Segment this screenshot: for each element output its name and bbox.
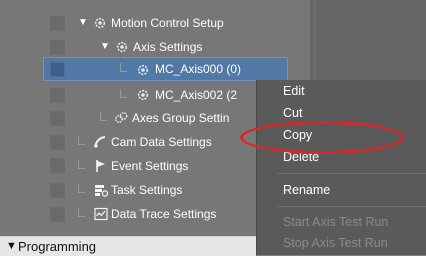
tree-item-motion-control-setup[interactable]: ▼ Motion Control Setup bbox=[0, 13, 300, 35]
tree-item-label: Data Trace Settings bbox=[111, 207, 217, 221]
cam-data-icon bbox=[94, 136, 106, 148]
tree-connector bbox=[100, 112, 107, 121]
tree-item-label: Axis Settings bbox=[133, 40, 203, 54]
gear-icon bbox=[137, 64, 149, 76]
programming-label: Programming bbox=[18, 239, 97, 254]
menu-item-stop-axis-test-run[interactable]: Stop Axis Test Run bbox=[257, 232, 426, 254]
tree-item-mc-axis000[interactable]: MC_Axis000 (0) bbox=[0, 60, 288, 82]
tree-item-axis-settings[interactable]: ▼ Axis Settings bbox=[0, 37, 300, 59]
tree-item-label: MC_Axis000 (0) bbox=[155, 62, 242, 76]
tree-item-label: Event Settings bbox=[111, 159, 189, 173]
expand-triangle-icon[interactable]: ▼ bbox=[78, 14, 88, 32]
menu-item-label: Start Axis Test Run bbox=[283, 215, 389, 229]
menu-item-start-axis-test-run[interactable]: Start Axis Test Run bbox=[257, 211, 426, 233]
tree-item-axes-group-settings[interactable]: Axes Group Settin bbox=[0, 109, 256, 131]
gear-icon bbox=[116, 41, 128, 53]
tree-item-mc-axis002[interactable]: MC_Axis002 (2 bbox=[0, 86, 256, 108]
tree-connector bbox=[120, 63, 127, 72]
tree-connector bbox=[78, 160, 85, 169]
gear-icon bbox=[94, 17, 106, 29]
data-trace-icon bbox=[94, 207, 108, 221]
tree-connector bbox=[120, 89, 127, 98]
tree-connector bbox=[78, 184, 85, 193]
menu-item-rename[interactable]: Rename bbox=[257, 179, 426, 201]
tree-item-event-settings[interactable]: Event Settings bbox=[0, 157, 256, 179]
menu-item-label: Rename bbox=[283, 183, 331, 197]
gear-icon bbox=[137, 89, 149, 101]
context-menu: Edit Cut Copy Delete Rename Start Axis T… bbox=[256, 80, 426, 255]
tree-item-cam-data-settings[interactable]: Cam Data Settings bbox=[0, 133, 256, 155]
highlight-oval bbox=[240, 121, 404, 154]
menu-item-edit[interactable]: Edit bbox=[257, 80, 426, 102]
tree-item-label: Motion Control Setup bbox=[111, 16, 224, 30]
task-icon bbox=[95, 185, 108, 197]
tree-item-label: MC_Axis002 (2 bbox=[155, 88, 238, 102]
menu-item-label: Stop Axis Test Run bbox=[283, 236, 388, 250]
expand-triangle-icon[interactable]: ▼ bbox=[6, 237, 17, 256]
menu-item-label: Edit bbox=[283, 84, 305, 98]
axes-group-icon bbox=[115, 112, 128, 123]
tree-item-data-trace-settings[interactable]: Data Trace Settings bbox=[0, 205, 256, 227]
tree-item-task-settings[interactable]: Task Settings bbox=[0, 181, 256, 203]
menu-separator bbox=[277, 206, 426, 207]
programming-section-header[interactable]: ▼ Programming bbox=[0, 236, 256, 256]
tree-connector bbox=[78, 208, 85, 217]
flag-icon bbox=[96, 160, 105, 172]
tree-item-label: Axes Group Settin bbox=[132, 111, 230, 125]
menu-separator bbox=[277, 173, 426, 174]
tree-connector bbox=[78, 136, 85, 145]
tree-item-label: Task Settings bbox=[111, 183, 183, 197]
tree-item-label: Cam Data Settings bbox=[111, 135, 212, 149]
expand-triangle-icon[interactable]: ▼ bbox=[100, 38, 110, 56]
